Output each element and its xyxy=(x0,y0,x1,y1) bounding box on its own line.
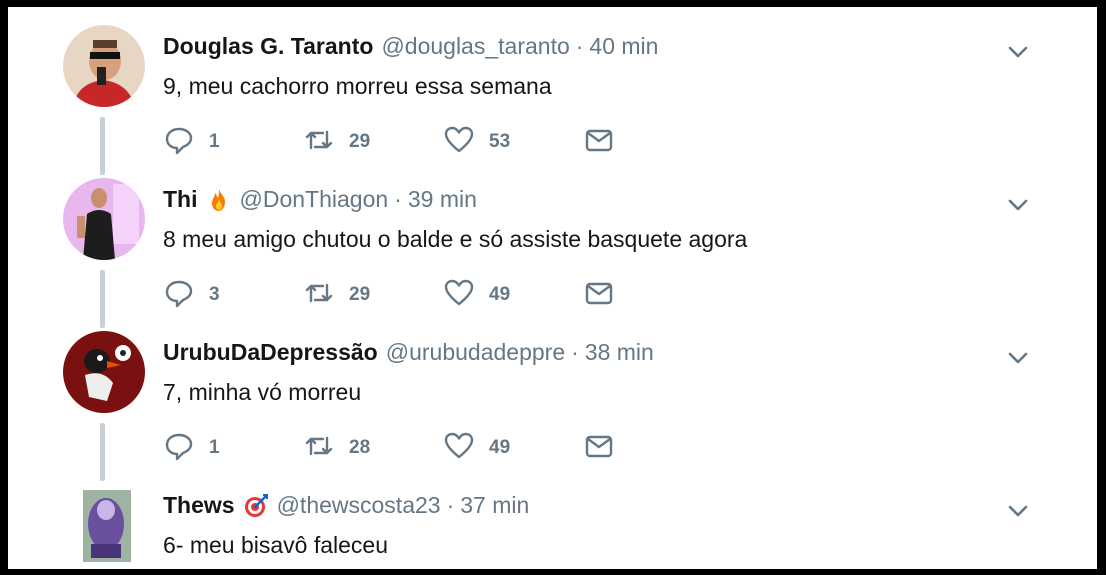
timestamp[interactable]: 39 min xyxy=(408,186,477,213)
separator: · xyxy=(446,492,455,518)
tweet-text: 8 meu amigo chutou o balde e só assiste … xyxy=(163,226,748,252)
chevron-down-icon[interactable] xyxy=(1005,345,1031,371)
like-count: 49 xyxy=(489,437,511,458)
chevron-down-icon[interactable] xyxy=(1005,39,1031,65)
tweet-text: 9, meu cachorro morreu essa semana xyxy=(163,73,552,99)
reply-button[interactable]: 3 xyxy=(163,278,220,312)
display-name[interactable]: UrubuDaDepressão xyxy=(163,339,378,366)
reply-button[interactable]: 1 xyxy=(163,125,220,159)
user-handle[interactable]: @urubudadeppre xyxy=(386,339,565,366)
direct-message-button[interactable] xyxy=(583,431,615,465)
user-handle[interactable]: @douglas_taranto xyxy=(381,33,569,60)
reply-thread: Douglas G. Taranto @douglas_taranto · 40… xyxy=(8,7,1097,569)
like-count: 49 xyxy=(489,284,511,305)
reply-count: 3 xyxy=(209,284,220,305)
avatar[interactable] xyxy=(63,484,145,566)
reply-icon xyxy=(163,124,195,161)
separator: · xyxy=(571,339,579,365)
thread-line xyxy=(100,423,105,481)
display-name[interactable]: Thi xyxy=(163,186,198,213)
retweet-button[interactable]: 29 xyxy=(303,278,370,312)
user-handle[interactable]: @DonThiagon xyxy=(240,186,389,213)
heart-icon xyxy=(443,430,475,467)
heart-icon xyxy=(443,124,475,161)
retweet-count: 29 xyxy=(349,284,371,305)
retweet-icon xyxy=(303,124,335,161)
retweet-count: 29 xyxy=(349,131,371,152)
user-handle[interactable]: @thewscosta23 xyxy=(277,492,441,519)
envelope-icon xyxy=(583,430,615,467)
direct-message-button[interactable] xyxy=(583,125,615,159)
thread-line xyxy=(100,270,105,328)
reply-icon xyxy=(163,277,195,314)
chevron-down-icon[interactable] xyxy=(1005,192,1031,218)
reply-button[interactable]: 1 xyxy=(163,431,220,465)
heart-icon xyxy=(443,277,475,314)
timestamp[interactable]: 38 min xyxy=(585,339,654,366)
separator: · xyxy=(394,186,402,212)
display-name[interactable]: Douglas G. Taranto xyxy=(163,33,373,60)
like-button[interactable]: 49 xyxy=(443,278,510,312)
direct-message-button[interactable] xyxy=(583,278,615,312)
like-count: 53 xyxy=(489,131,511,152)
retweet-count: 28 xyxy=(349,437,371,458)
tweet-text: 6- meu bisavô faleceu xyxy=(163,532,389,558)
target-emoji-icon xyxy=(243,493,269,519)
fire-emoji-icon xyxy=(206,187,232,213)
retweet-icon xyxy=(303,430,335,467)
avatar[interactable] xyxy=(63,331,145,413)
tweet-text: 7, minha vó morreu xyxy=(163,379,362,405)
avatar[interactable] xyxy=(63,178,145,260)
timestamp[interactable]: 37 min xyxy=(460,492,529,519)
retweet-button[interactable]: 28 xyxy=(303,431,370,465)
reply-count: 1 xyxy=(209,437,220,458)
reply-count: 1 xyxy=(209,131,220,152)
retweet-icon xyxy=(303,277,335,314)
separator: · xyxy=(575,33,584,59)
like-button[interactable]: 49 xyxy=(443,431,510,465)
timestamp[interactable]: 40 min xyxy=(589,33,658,60)
like-button[interactable]: 53 xyxy=(443,125,510,159)
envelope-icon xyxy=(583,277,615,314)
envelope-icon xyxy=(583,124,615,161)
reply-icon xyxy=(163,430,195,467)
avatar[interactable] xyxy=(63,25,145,107)
retweet-button[interactable]: 29 xyxy=(303,125,370,159)
display-name[interactable]: Thews xyxy=(163,492,235,519)
thread-line xyxy=(100,117,105,175)
chevron-down-icon[interactable] xyxy=(1005,498,1031,524)
